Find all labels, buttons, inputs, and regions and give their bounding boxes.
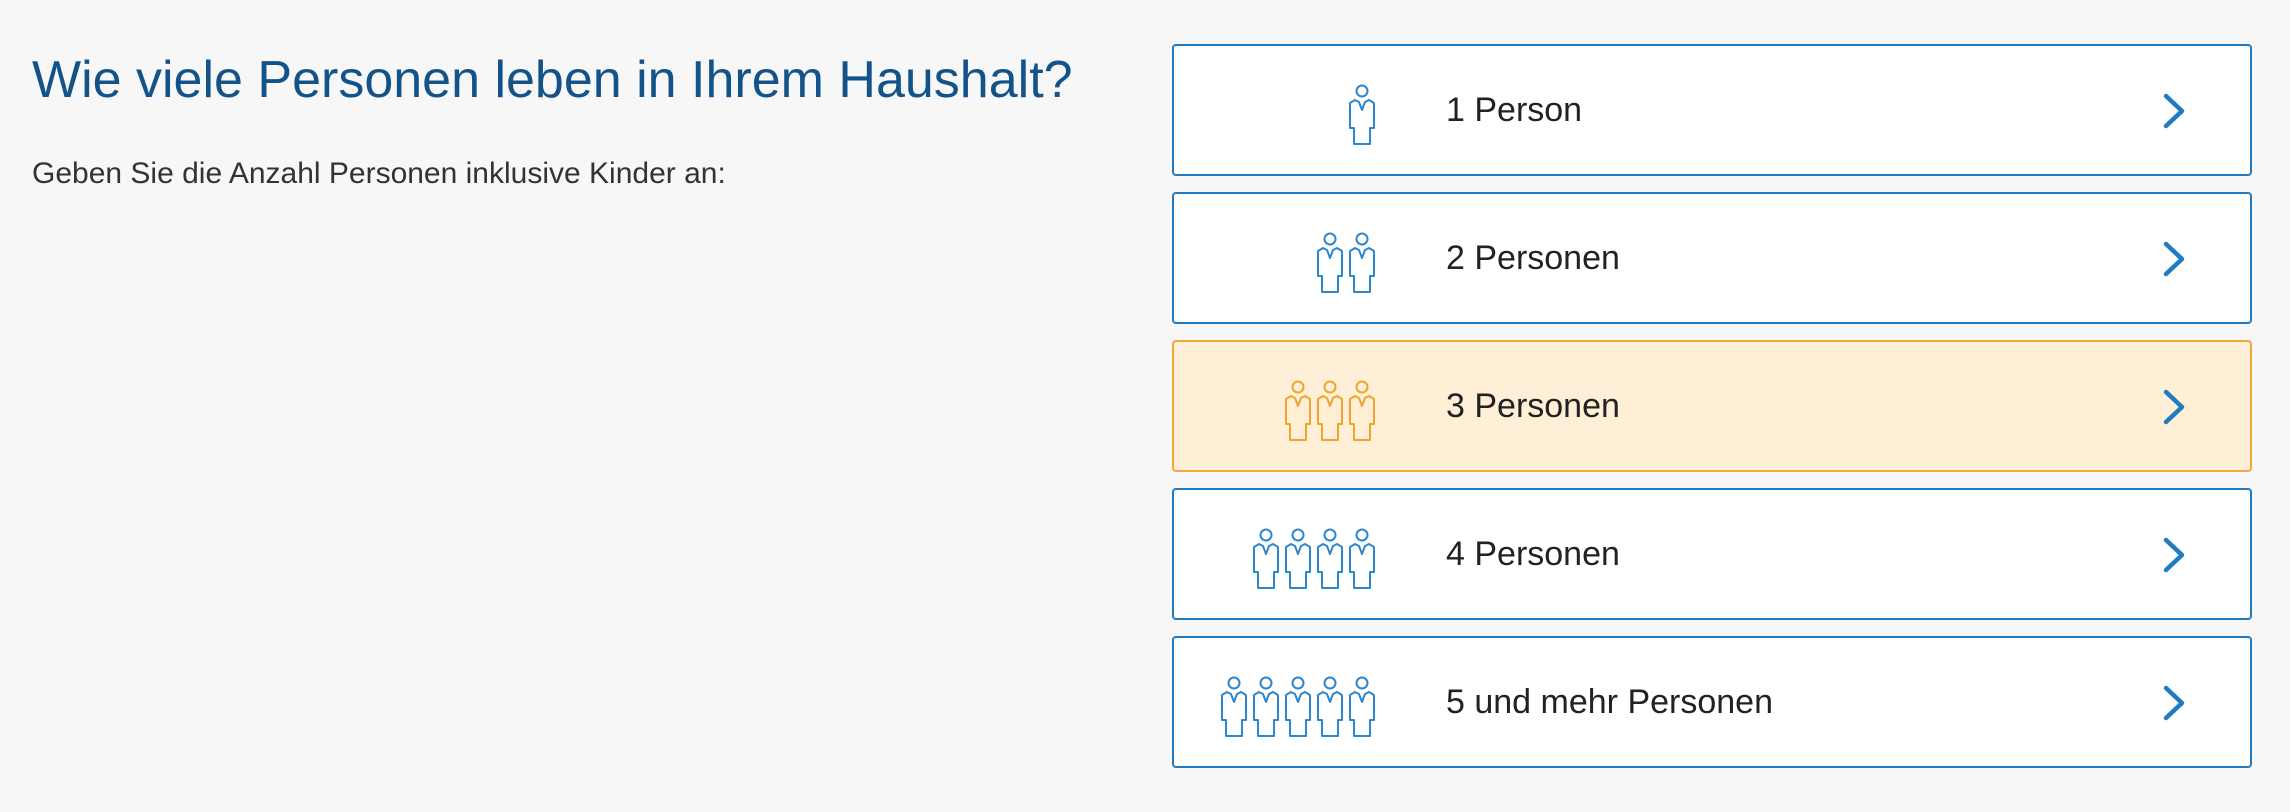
chevron-right-icon xyxy=(2163,685,2185,721)
option-1-person[interactable]: 1 Person xyxy=(1172,44,2252,176)
person-icon xyxy=(1317,380,1343,441)
option-label: 4 Personen xyxy=(1446,535,1620,573)
person-icon xyxy=(1253,528,1279,589)
person-icon xyxy=(1221,676,1247,737)
option-4-persons[interactable]: 4 Personen xyxy=(1172,488,2252,620)
person-icon xyxy=(1349,380,1375,441)
people-group-icon xyxy=(1250,522,1378,590)
people-group-icon xyxy=(1282,374,1378,442)
person-icon xyxy=(1253,676,1279,737)
page-title: Wie viele Personen leben in Ihrem Hausha… xyxy=(32,51,1073,109)
person-icon xyxy=(1349,84,1375,145)
option-3-persons[interactable]: 3 Personen xyxy=(1172,340,2252,472)
household-size-options: 1 Person 2 Personen 3 Personen 4 Persone… xyxy=(1172,44,2252,784)
option-5-or-more-persons[interactable]: 5 und mehr Personen xyxy=(1172,636,2252,768)
chevron-right-icon xyxy=(2163,389,2185,425)
people-group-icon xyxy=(1314,226,1378,294)
option-label: 3 Personen xyxy=(1446,387,1620,425)
person-icon xyxy=(1317,676,1343,737)
option-label: 2 Personen xyxy=(1446,239,1620,277)
person-icon xyxy=(1349,232,1375,293)
chevron-right-icon xyxy=(2163,537,2185,573)
person-icon xyxy=(1285,676,1311,737)
chevron-right-icon xyxy=(2163,241,2185,277)
person-icon xyxy=(1349,676,1375,737)
chevron-right-icon xyxy=(2163,93,2185,129)
person-icon xyxy=(1285,380,1311,441)
option-2-persons[interactable]: 2 Personen xyxy=(1172,192,2252,324)
people-group-icon xyxy=(1218,670,1378,738)
person-icon xyxy=(1317,232,1343,293)
person-icon xyxy=(1349,528,1375,589)
people-group-icon xyxy=(1346,78,1378,146)
question-hint: Geben Sie die Anzahl Personen inklusive … xyxy=(32,157,726,190)
person-icon xyxy=(1317,528,1343,589)
person-icon xyxy=(1285,528,1311,589)
question-panel: Wie viele Personen leben in Ihrem Hausha… xyxy=(32,40,1132,194)
option-label: 1 Person xyxy=(1446,91,1583,129)
option-label: 5 und mehr Personen xyxy=(1446,683,1773,721)
